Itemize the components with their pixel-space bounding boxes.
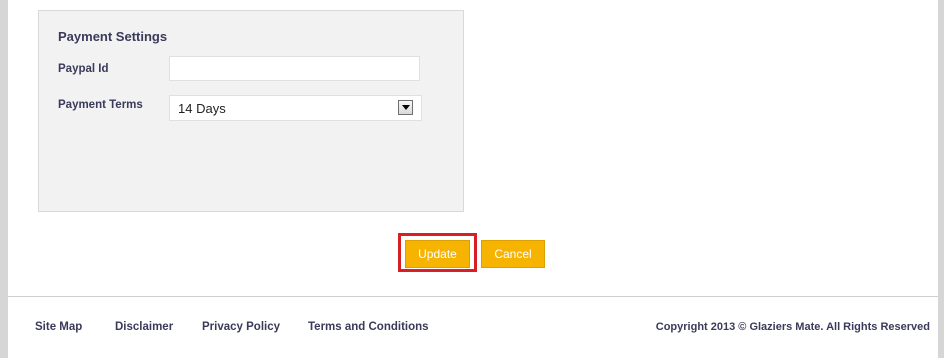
right-border [938, 0, 944, 358]
footer-link-terms[interactable]: Terms and Conditions [308, 321, 429, 333]
payment-terms-select[interactable]: 14 Days [169, 95, 422, 121]
footer-link-privacy-policy[interactable]: Privacy Policy [202, 321, 280, 333]
payment-terms-value: 14 Days [178, 101, 226, 116]
left-border [0, 0, 8, 358]
payment-terms-label: Payment Terms [58, 99, 143, 111]
footer-divider [8, 296, 938, 297]
dropdown-arrow-icon[interactable] [398, 100, 413, 115]
paypal-id-input[interactable] [169, 56, 420, 81]
cancel-button[interactable]: Cancel [481, 240, 545, 268]
payment-settings-panel: Payment Settings Paypal Id Payment Terms… [38, 10, 464, 212]
footer-link-disclaimer[interactable]: Disclaimer [115, 321, 173, 333]
copyright-text: Copyright 2013 © Glaziers Mate. All Righ… [655, 321, 930, 333]
panel-title: Payment Settings [58, 29, 168, 44]
update-button[interactable]: Update [405, 240, 470, 268]
paypal-id-label: Paypal Id [58, 63, 109, 75]
footer-link-site-map[interactable]: Site Map [35, 321, 82, 333]
